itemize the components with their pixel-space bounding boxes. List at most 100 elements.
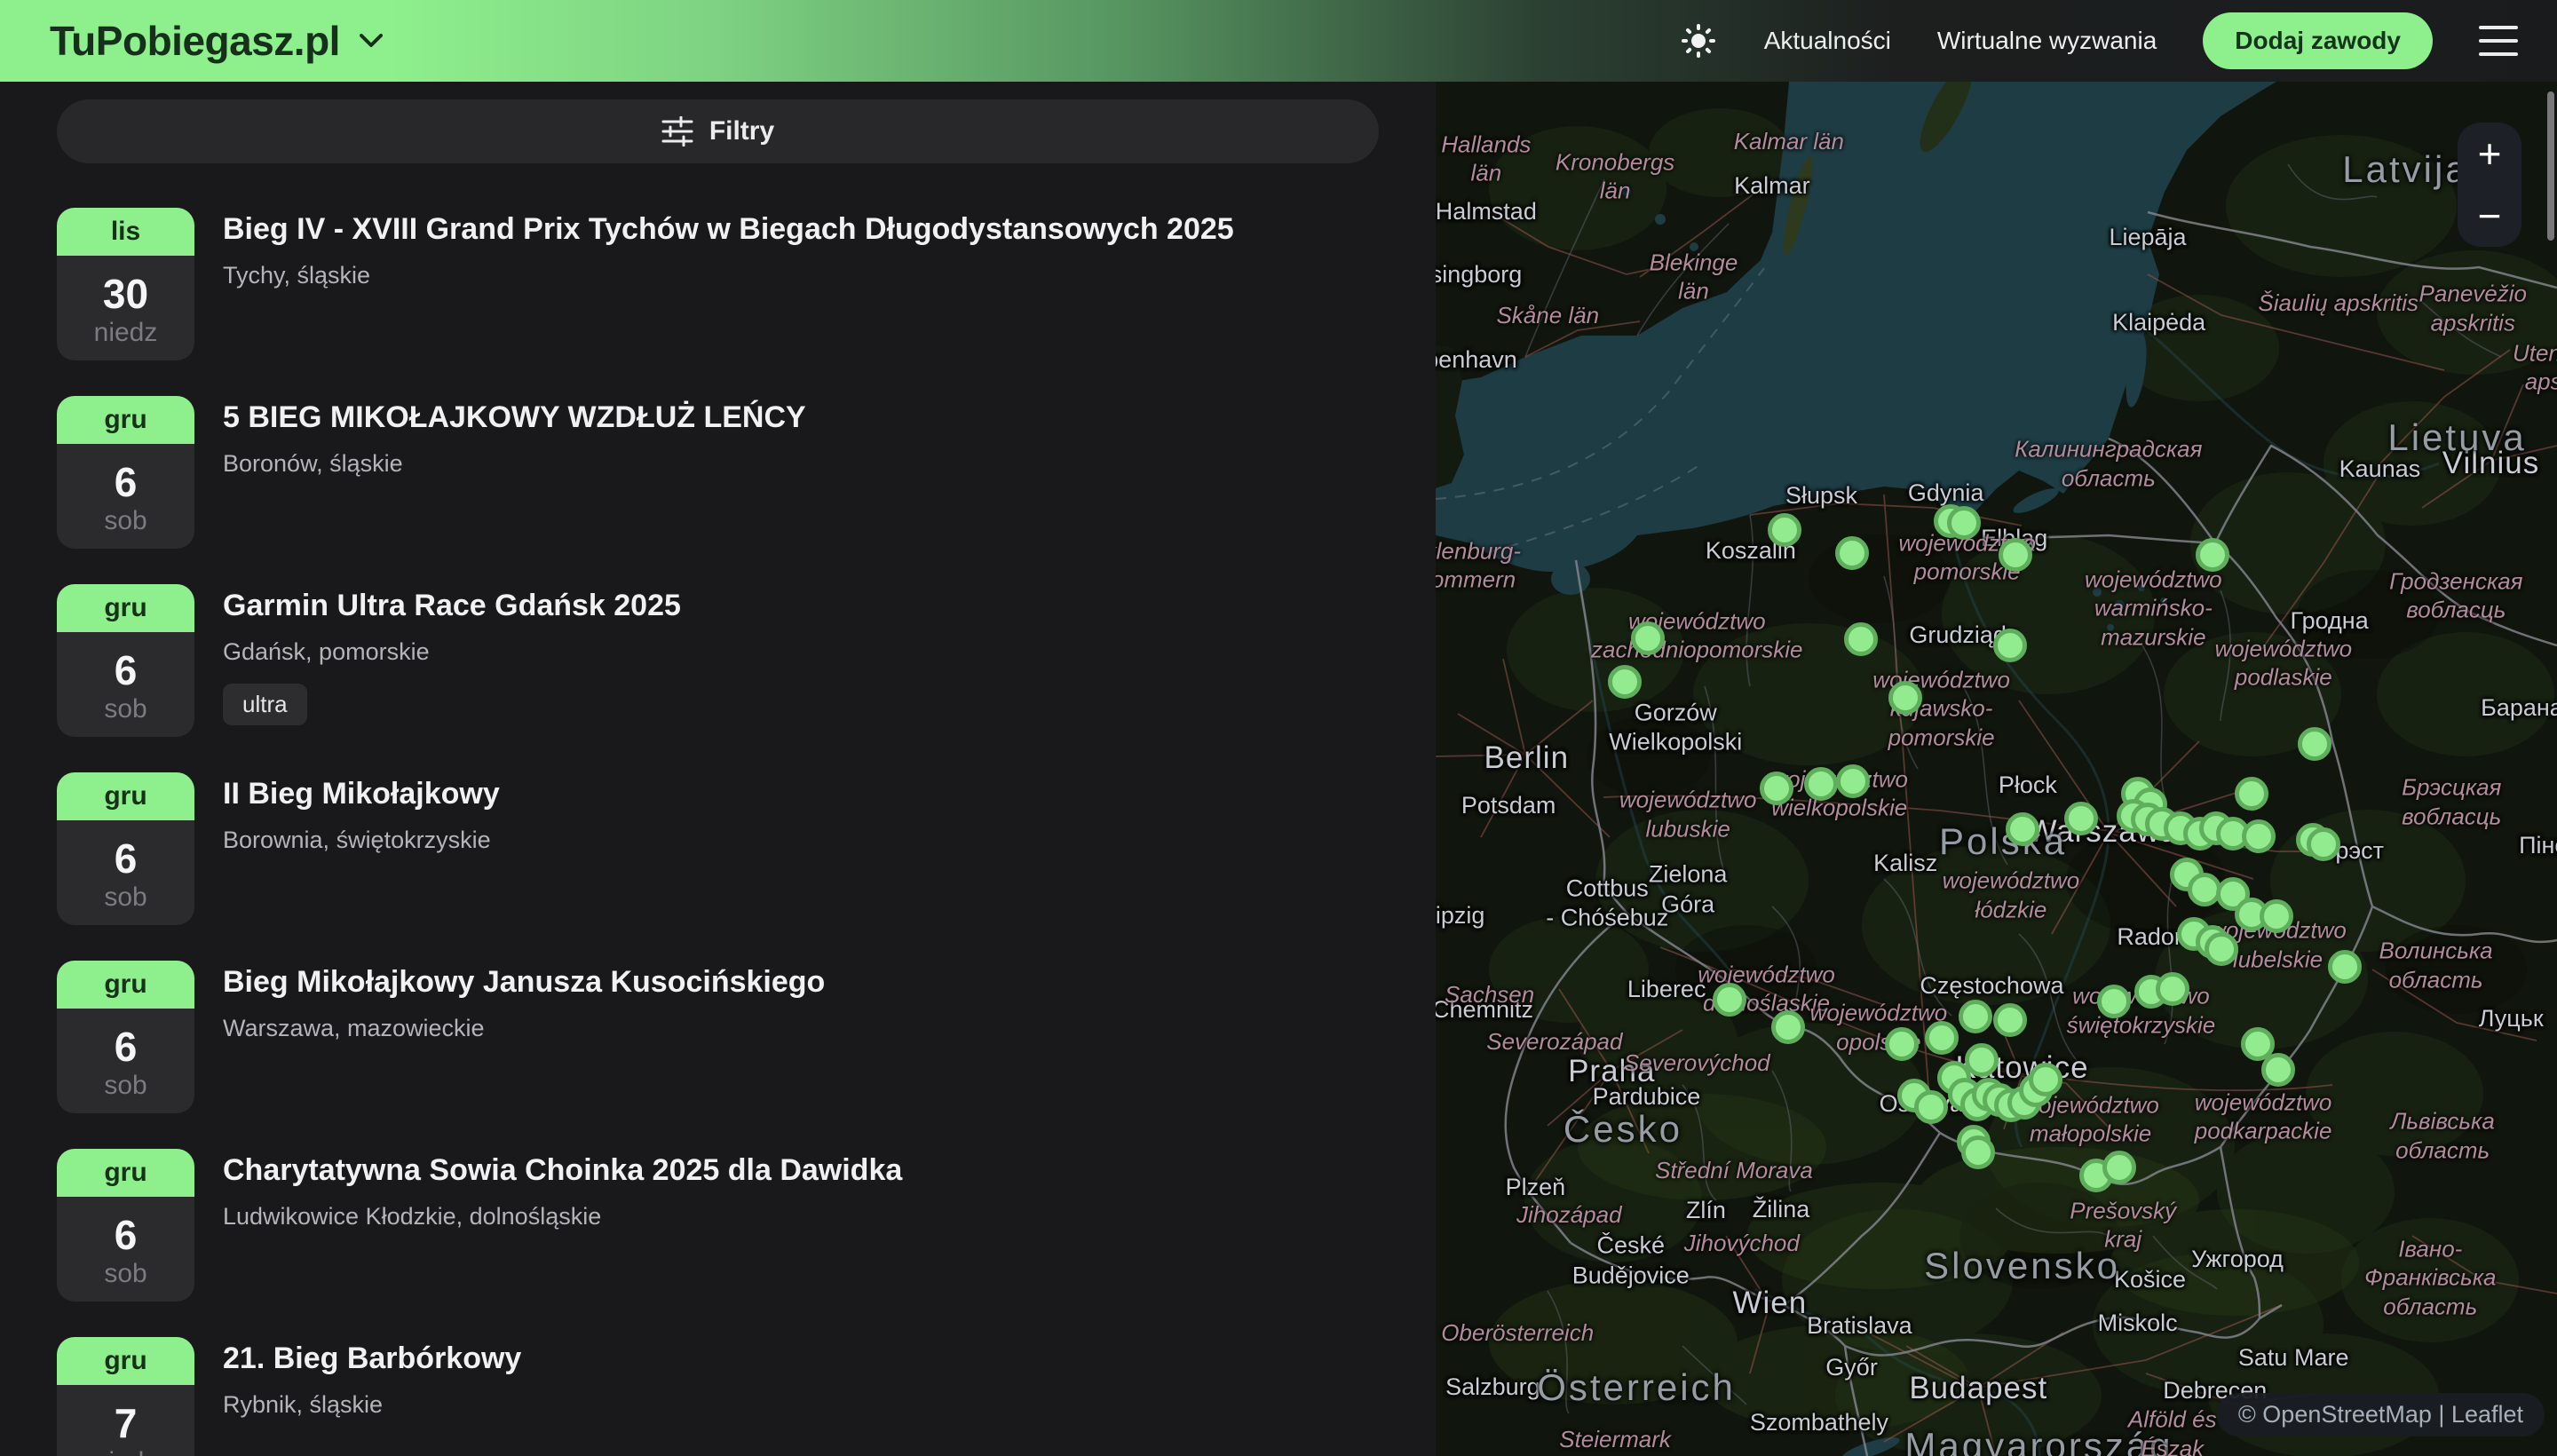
theme-toggle-sun-icon[interactable] [1679,21,1718,60]
map-marker[interactable] [1768,513,1801,547]
event-location: Borownia, świętokrzyskie [223,827,500,854]
event-list-item[interactable]: lis30niedzBieg IV - XVIII Grand Prix Tyc… [0,208,1436,360]
map-marker[interactable] [1993,1003,2027,1037]
map-marker[interactable] [1925,1021,1959,1055]
event-date-weekday: sob [104,1071,146,1101]
event-title: Bieg IV - XVIII Grand Prix Tychów w Bieg… [223,211,1234,248]
filters-button[interactable]: Filtry [57,99,1379,163]
map-marker[interactable] [1760,772,1793,805]
add-race-button[interactable]: Dodaj zawody [2203,12,2433,69]
map-marker[interactable] [1713,983,1746,1017]
event-date-day: 6 [115,1023,138,1071]
event-list-item[interactable]: gru6sobGarmin Ultra Race Gdańsk 2025Gdań… [0,584,1436,737]
event-date-body: 6sob [57,1009,194,1113]
event-date-month: gru [57,772,194,820]
map-marker[interactable] [1836,764,1870,798]
map-marker[interactable] [1993,629,2027,662]
event-location: Warszawa, mazowieckie [223,1015,825,1042]
event-title: II Bieg Mikołajkowy [223,776,500,812]
event-list-item[interactable]: gru6sobBieg Mikołajkowy Janusza Kusocińs… [0,961,1436,1113]
event-date-body: 30niedz [57,256,194,360]
app: TuPobiegasz.pl Aktualności Wirtualne wyz… [0,0,2557,1456]
sliders-icon [661,116,693,146]
event-date-body: 7niedz [57,1385,194,1456]
event-date-badge: gru6sob [57,396,194,549]
map-marker[interactable] [1961,1136,1995,1169]
header: TuPobiegasz.pl Aktualności Wirtualne wyz… [0,0,2557,82]
logo[interactable]: TuPobiegasz.pl [50,17,383,65]
map-zoom-control: + − [2458,123,2521,247]
map-marker[interactable] [1914,1090,1948,1124]
map-marker[interactable] [1947,506,1981,540]
map-marker[interactable] [2242,819,2276,853]
map-marker[interactable] [1885,1027,1919,1061]
event-title: Garmin Ultra Race Gdańsk 2025 [223,588,681,624]
event-title: Charytatywna Sowia Choinka 2025 dla Dawi… [223,1152,902,1189]
event-date-body: 6sob [57,1197,194,1302]
map-marker[interactable] [2196,538,2229,572]
event-date-weekday: sob [104,1259,146,1289]
event-date-body: 6sob [57,820,194,925]
event-date-day: 30 [103,270,148,318]
map-marker[interactable] [2328,950,2362,984]
map-marker[interactable] [2235,777,2268,811]
map-base-layer [1436,82,2557,1456]
event-list-item[interactable]: gru6sob Charytatywna Sowia Choinka 2025 d… [0,1149,1436,1302]
map[interactable]: KalmarHalmstadHelsingborgKøbenhavnLiepāj… [1436,82,2557,1456]
map-marker[interactable] [1835,536,1869,570]
map-marker[interactable] [1608,665,1642,699]
event-list-item[interactable]: gru6sob II Bieg Mikołajkowy Borownia, świę… [0,772,1436,925]
map-marker[interactable] [1959,1000,1992,1033]
map-marker[interactable] [2097,985,2131,1018]
map-marker[interactable] [2102,1151,2136,1184]
event-date-day: 6 [115,458,138,506]
events-panel: Filtry lis30niedzBieg IV - XVIII Grand P… [0,82,1436,1456]
map-marker[interactable] [2307,827,2340,861]
map-marker[interactable] [2205,932,2238,966]
map-marker[interactable] [1631,621,1665,655]
nav-item-wirtualne-wyzwania[interactable]: Wirtualne wyzwania [1937,27,2157,55]
event-date-weekday: sob [104,506,146,536]
event-date-weekday: sob [104,882,146,913]
event-date-month: lis [57,208,194,256]
hamburger-menu-icon[interactable] [2479,26,2518,56]
map-marker[interactable] [2029,1063,2062,1096]
event-date-weekday: niedz [94,1447,158,1456]
map-marker[interactable] [2298,727,2331,761]
nav-item-aktualnosci[interactable]: Aktualności [1764,27,1891,55]
event-date-badge: gru6sob [57,772,194,925]
event-date-body: 6sob [57,632,194,737]
map-attribution[interactable]: © OpenStreetMap | Leaflet [2217,1393,2545,1436]
event-info: II Bieg Mikołajkowy Borownia, świętokrzys… [223,772,500,854]
zoom-in-button[interactable]: + [2458,123,2521,185]
zoom-out-button[interactable]: − [2458,185,2521,247]
event-list-item[interactable]: gru6sob5 BIEG MIKOŁAJKOWY WZDŁUŻ LEŃCYBo… [0,396,1436,549]
event-location: Gdańsk, pomorskie [223,638,681,666]
map-marker[interactable] [1804,767,1838,801]
event-date-month: gru [57,1337,194,1385]
map-marker[interactable] [1965,1043,1999,1077]
map-marker[interactable] [2260,899,2293,933]
map-marker[interactable] [1844,622,1878,656]
event-date-badge: gru6sob [57,1149,194,1302]
event-list-item[interactable]: gru7niedz21. Bieg BarbórkowyRybnik, śląs… [0,1337,1436,1456]
event-info: Bieg Mikołajkowy Janusza KusocińskiegoWa… [223,961,825,1042]
map-marker[interactable] [2156,972,2189,1006]
map-marker[interactable] [1771,1010,1805,1044]
map-marker[interactable] [1888,681,1922,715]
event-date-weekday: niedz [94,318,158,348]
scrollbar-thumb[interactable] [2547,91,2554,241]
map-marker[interactable] [2064,802,2098,835]
header-right: Aktualności Wirtualne wyzwania Dodaj zaw… [1679,12,2518,69]
event-title: 5 BIEG MIKOŁAJKOWY WZDŁUŻ LEŃCY [223,400,806,436]
event-date-month: gru [57,396,194,444]
event-location: Boronów, śląskie [223,450,806,478]
event-date-badge: gru7niedz [57,1337,194,1456]
event-title: 21. Bieg Barbórkowy [223,1341,521,1377]
map-marker[interactable] [2006,812,2039,846]
chevron-down-icon [360,34,383,48]
map-marker[interactable] [1999,538,2032,572]
event-date-body: 6sob [57,444,194,549]
map-marker[interactable] [2261,1053,2295,1087]
event-info: Charytatywna Sowia Choinka 2025 dla Dawi… [223,1149,902,1230]
